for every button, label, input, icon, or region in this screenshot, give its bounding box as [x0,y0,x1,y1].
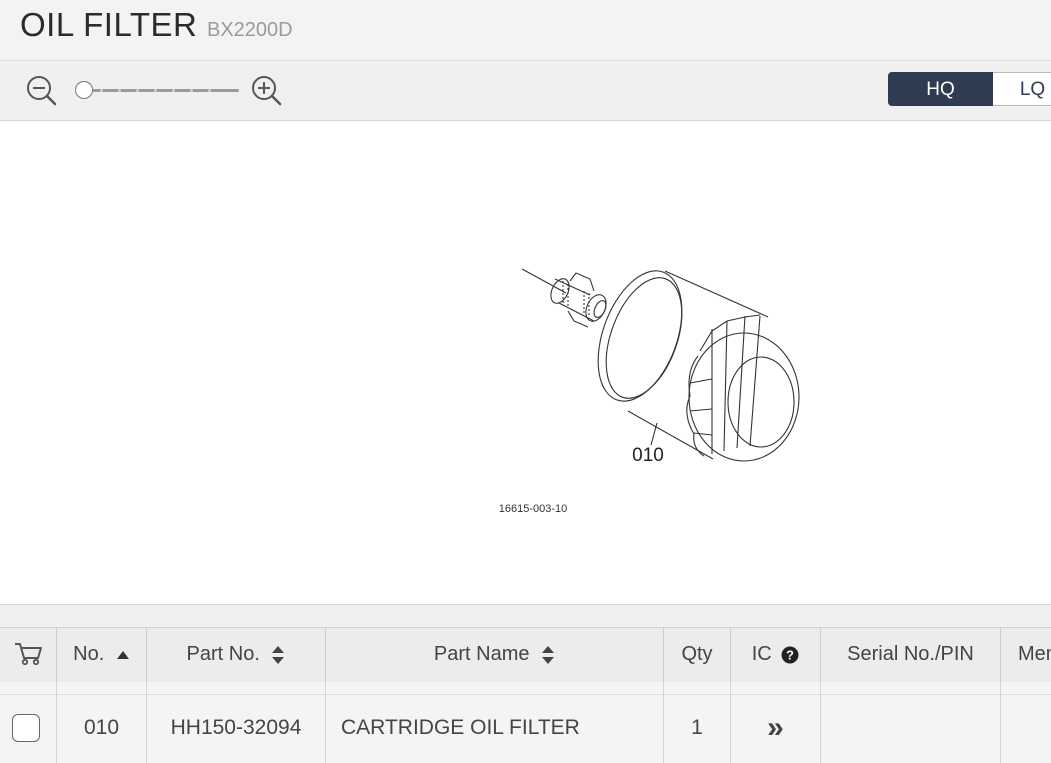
lq-button[interactable]: LQ [993,72,1051,106]
filter-cartridge [597,270,800,462]
slider-tick [154,89,157,92]
zoom-slider-track [83,89,239,92]
sort-icon [272,645,285,664]
hq-button[interactable]: HQ [888,72,993,106]
cell-qty: 1 [664,695,731,763]
slider-tick [118,89,121,92]
cell-part-no: HH150-32094 [147,695,326,763]
column-divider [730,682,731,695]
row-checkbox[interactable] [12,714,40,742]
slider-tick [208,89,211,92]
column-divider [820,682,821,695]
slider-tick [172,89,175,92]
threaded-nipple [550,272,607,328]
cell-no: 010 [57,695,147,763]
column-header-qty: Qty [664,628,731,682]
column-header-part-name[interactable]: Part Name [326,628,664,682]
slider-tick [136,89,139,92]
column-header-serial: Serial No./PIN [821,628,1001,682]
column-divider [325,682,326,695]
zoom-out-button[interactable] [24,73,58,107]
column-divider [1000,682,1001,695]
cell-serial [821,695,1001,763]
table-header: No. Part No. Part Name Qty IC ? Serial N… [0,627,1051,683]
parts-diagram[interactable]: 010 16615-003-10 [0,121,1051,604]
table-spacer-row [0,682,1051,695]
sort-icon [542,645,555,664]
sort-asc-icon [116,650,129,659]
zoom-in-button[interactable] [249,73,283,107]
column-divider [663,682,664,695]
column-label-ic: IC [751,643,772,665]
cell-memo [1001,695,1051,763]
zoom-in-icon [252,76,282,106]
column-label-serial: Serial No./PIN [847,643,974,665]
column-label-part-no: Part No. [186,643,260,665]
slider-tick [190,89,193,92]
cart-icon [15,642,42,665]
page-title: OIL FILTER [20,6,198,43]
model-label: BX2200D [207,19,293,41]
zoom-slider-thumb[interactable] [75,81,93,99]
help-icon[interactable]: ? [781,646,799,664]
column-label-no: No. [73,643,105,665]
column-divider [56,682,57,695]
zoom-out-icon [27,76,57,106]
column-label-part-name: Part Name [433,643,530,665]
table-row[interactable]: 010 HH150-32094 CARTRIDGE OIL FILTER 1 » [0,695,1051,763]
column-header-ic: IC ? [731,628,821,682]
column-header-part-no[interactable]: Part No. [147,628,326,682]
cell-part-name: CARTRIDGE OIL FILTER [326,695,664,763]
column-header-no[interactable]: No. [57,628,147,682]
page-header: OIL FILTER BX2200D [0,0,1051,61]
table-spacer [0,604,1051,628]
column-header-memo: Memo [1001,628,1051,682]
callout-label[interactable]: 010 [632,445,664,466]
column-divider [146,682,147,695]
slider-tick [100,89,103,92]
cart-column-header [0,628,57,682]
zoom-slider[interactable] [75,81,239,99]
column-label-qty: Qty [681,643,713,665]
svg-text:?: ? [786,647,794,662]
drawing-id: 16615-003-10 [499,503,568,515]
oil-filter-drawing: 010 16615-003-10 [499,268,800,515]
interchange-link[interactable]: » [731,695,821,763]
column-label-memo: Memo [1018,643,1051,665]
row-select-cell [0,695,57,763]
